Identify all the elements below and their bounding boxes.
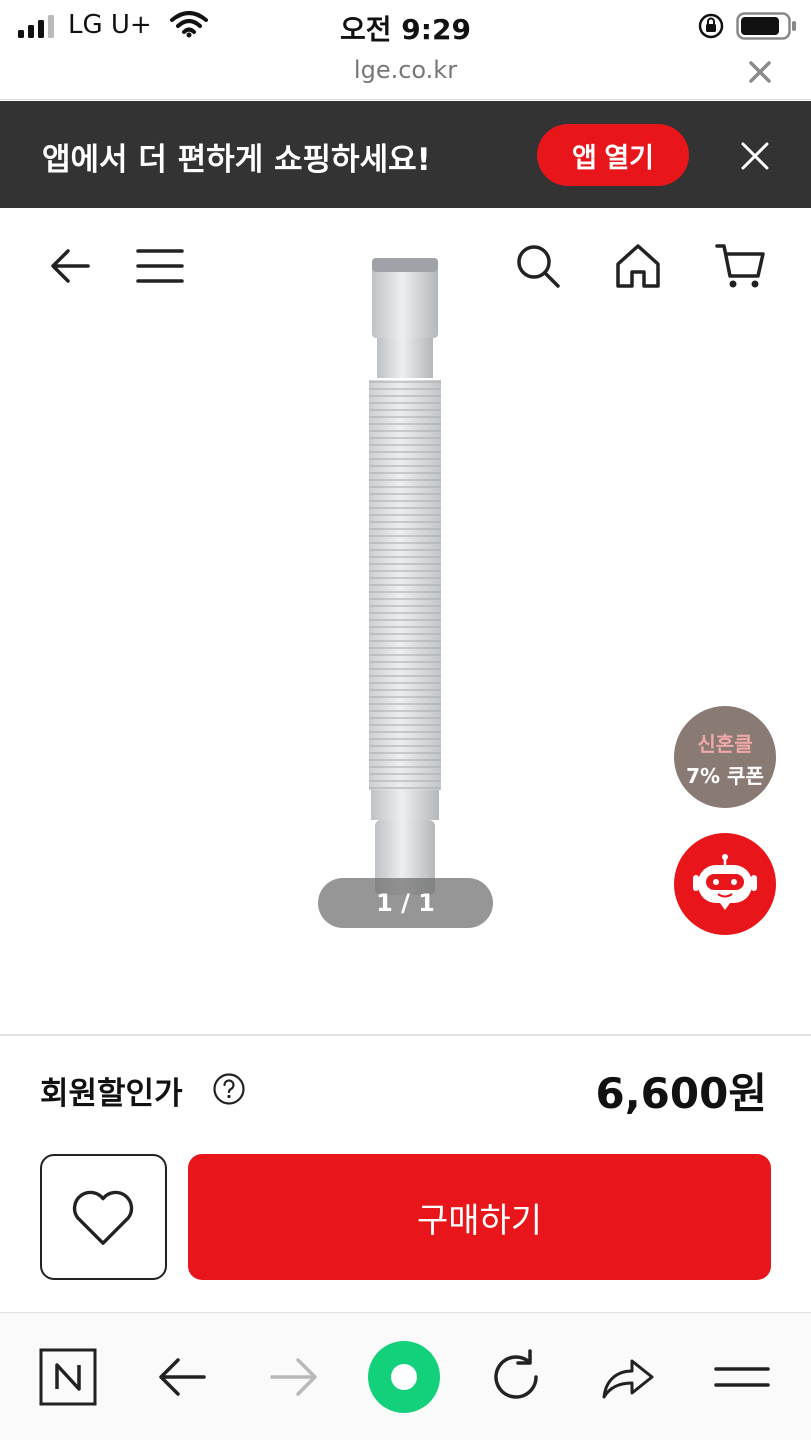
green-dot-icon[interactable] xyxy=(366,1339,442,1415)
menu-icon[interactable] xyxy=(712,1347,772,1407)
home-icon[interactable] xyxy=(612,240,664,292)
rotation-lock-icon xyxy=(698,13,724,39)
buy-button[interactable]: 구매하기 xyxy=(188,1154,771,1280)
browser-toolbar xyxy=(0,1312,811,1440)
price-label: 회원할인가 xyxy=(40,1076,183,1112)
coupon-label: 7% 쿠폰 xyxy=(686,764,764,788)
menu-icon[interactable] xyxy=(134,240,186,292)
refresh-icon[interactable] xyxy=(486,1347,546,1407)
close-icon[interactable] xyxy=(746,58,774,86)
forward-arrow-icon[interactable] xyxy=(264,1347,324,1407)
image-pager: 1 / 1 xyxy=(318,878,493,928)
coupon-title: 신혼클 xyxy=(697,732,753,756)
app-open-button[interactable]: 앱 열기 xyxy=(537,124,689,186)
back-arrow-icon[interactable] xyxy=(152,1347,212,1407)
app-banner: 앱에서 더 편하게 쇼핑하세요! 앱 열기 xyxy=(0,101,811,208)
battery-icon xyxy=(736,12,796,40)
help-icon[interactable] xyxy=(212,1072,246,1106)
url-text[interactable]: lge.co.kr xyxy=(0,56,811,84)
search-icon[interactable] xyxy=(512,240,564,292)
coupon-badge[interactable]: 신혼클 7% 쿠폰 xyxy=(674,706,776,808)
back-arrow-icon[interactable] xyxy=(44,240,96,292)
chatbot-button[interactable] xyxy=(674,833,776,935)
status-bar: LG U+ 오전 9:29 xyxy=(0,0,811,52)
chatbot-icon xyxy=(693,854,757,910)
status-time: 오전 9:29 xyxy=(340,13,471,46)
url-bar[interactable]: lge.co.kr xyxy=(0,52,811,100)
product-image xyxy=(369,258,441,895)
share-icon[interactable] xyxy=(598,1347,658,1407)
price-value: 6,600원 xyxy=(595,1069,768,1118)
cart-icon[interactable] xyxy=(714,240,766,292)
divider xyxy=(0,1034,811,1036)
heart-icon xyxy=(72,1190,134,1245)
naver-icon[interactable] xyxy=(38,1347,98,1407)
close-icon[interactable] xyxy=(738,139,772,173)
banner-text: 앱에서 더 편하게 쇼핑하세요! xyxy=(42,142,431,178)
wishlist-button[interactable] xyxy=(40,1154,167,1280)
